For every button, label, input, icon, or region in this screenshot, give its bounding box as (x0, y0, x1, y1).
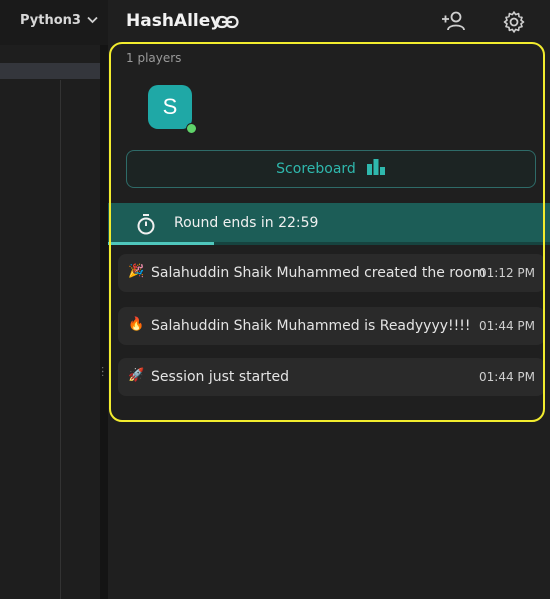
round-progress-fill (108, 242, 215, 245)
code-editor-panel: Python3 :: (0, 0, 108, 599)
avatar[interactable]: S (148, 85, 192, 129)
message-text: Salahuddin Shaik Muhammed is Readyyyy!!!… (151, 318, 471, 334)
panel-resize-handle[interactable] (100, 45, 108, 599)
chevron-down-icon (87, 13, 98, 28)
round-progress-track (108, 242, 550, 245)
players-count: 1 players (126, 51, 182, 65)
fire-icon: 🔥 (128, 317, 145, 332)
avatar-initial: S (162, 94, 178, 119)
room-title: HashAlley (126, 11, 222, 31)
editor-toolbar: Python3 (0, 0, 108, 45)
link-icon (215, 15, 239, 37)
message-text: Salahuddin Shaik Muhammed created the ro… (151, 265, 486, 281)
add-user-button[interactable] (441, 10, 467, 36)
message-time: 01:44 PM (479, 370, 535, 384)
scoreboard-label: Scoreboard (276, 161, 356, 177)
scoreboard-button[interactable]: Scoreboard (126, 150, 536, 188)
editor-selected-line (0, 63, 100, 79)
party-popper-icon: 🎉 (128, 264, 145, 279)
round-timer-bar: Round ends in 22:59 (108, 203, 550, 245)
room-header: HashAlley (108, 0, 550, 44)
language-label: Python3 (20, 13, 81, 28)
message-text: Session just started (151, 369, 289, 385)
round-timer-text: Round ends in 22:59 (174, 215, 319, 231)
copy-link-button[interactable] (215, 11, 239, 37)
message-time: 01:12 PM (479, 266, 535, 280)
list-item: 🔥 Salahuddin Shaik Muhammed is Readyyyy!… (118, 307, 545, 345)
list-item: 🎉 Salahuddin Shaik Muhammed created the … (118, 254, 545, 292)
settings-button[interactable] (502, 10, 526, 38)
list-item: 🚀 Session just started 01:44 PM (118, 358, 545, 396)
bar-chart-icon (366, 158, 386, 180)
online-status-dot (186, 123, 197, 134)
message-time: 01:44 PM (479, 319, 535, 333)
drag-handle-icon[interactable]: :: (101, 365, 104, 379)
add-user-icon (441, 11, 467, 36)
gear-icon (502, 11, 526, 38)
editor-gutter-line (60, 80, 61, 599)
rocket-icon: 🚀 (128, 368, 145, 383)
language-select[interactable]: Python3 (20, 13, 98, 28)
stopwatch-icon (136, 213, 156, 239)
